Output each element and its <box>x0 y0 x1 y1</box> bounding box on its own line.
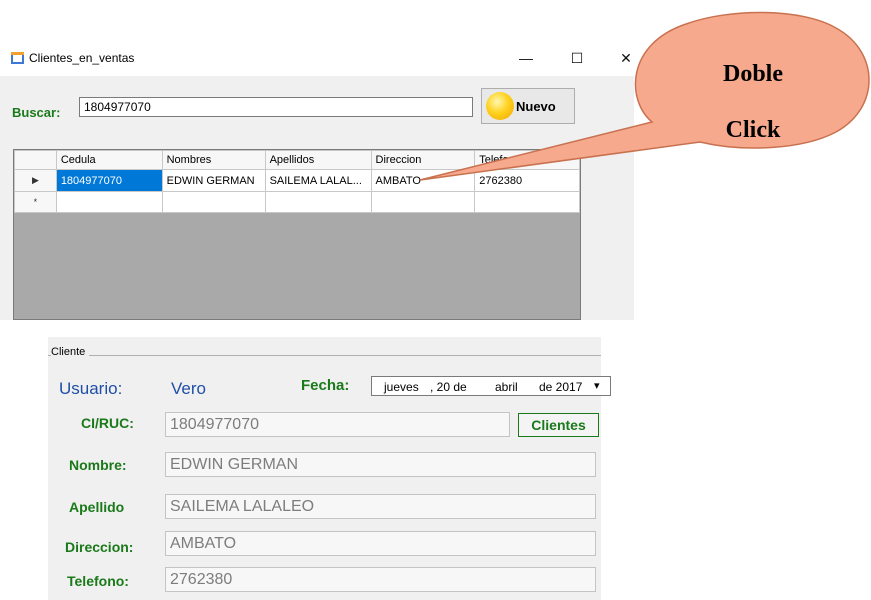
direccion-field[interactable] <box>165 531 596 556</box>
grid-corner-cell[interactable] <box>14 150 57 170</box>
new-cell[interactable] <box>55 191 163 213</box>
title-bar[interactable]: Clientes_en_ventas — ☐ ✕ <box>0 40 634 76</box>
fecha-date-picker[interactable]: jueves , 20 de abril de 2017 ▾ <box>371 376 611 396</box>
new-row-indicator[interactable]: * <box>14 191 57 213</box>
callout-line-2: Click <box>725 117 781 143</box>
column-header-cedula[interactable]: Cedula <box>55 150 163 170</box>
ci-field[interactable] <box>165 412 510 437</box>
telefono-field[interactable] <box>165 567 596 592</box>
sun-icon <box>486 92 514 120</box>
fecha-day: , 20 de <box>430 380 467 394</box>
clientes-window: Clientes_en_ventas — ☐ ✕ Buscar: Nuevo C… <box>0 40 634 320</box>
close-button[interactable]: ✕ <box>612 46 640 70</box>
nombre-label: Nombre: <box>69 457 127 473</box>
direccion-label: Direccion: <box>65 539 134 555</box>
minimize-button[interactable]: — <box>512 46 540 70</box>
fecha-label: Fecha: <box>301 377 350 394</box>
fecha-year: de 2017 <box>539 380 583 394</box>
usuario-label: Usuario: <box>59 379 123 398</box>
fecha-month: abril <box>495 380 518 394</box>
chevron-down-icon[interactable]: ▾ <box>594 379 600 392</box>
callout-line-1: Doble <box>723 61 783 87</box>
ci-label: CI/RUC: <box>81 415 134 431</box>
cell-telefono[interactable]: 2762380 <box>474 169 580 192</box>
cell-direccion[interactable]: AMBATO <box>370 169 476 192</box>
cell-apellidos[interactable]: SAILEMA LALAL... <box>264 169 372 192</box>
new-cell[interactable] <box>370 191 476 213</box>
grid-header-row: Cedula Nombres Apellidos Direccion Telef… <box>14 150 580 170</box>
group-border <box>48 355 601 356</box>
fecha-weekday: jueves <box>384 380 419 394</box>
column-header-telefono[interactable]: Telefono <box>474 150 580 170</box>
search-label: Buscar: <box>12 105 61 120</box>
clients-grid[interactable]: Cedula Nombres Apellidos Direccion Telef… <box>13 149 581 320</box>
maximize-button[interactable]: ☐ <box>563 46 591 70</box>
cell-nombres[interactable]: EDWIN GERMAN <box>161 169 266 192</box>
window-title: Clientes_en_ventas <box>29 51 135 65</box>
apellido-field[interactable] <box>165 494 596 519</box>
column-header-direccion[interactable]: Direccion <box>370 150 476 170</box>
new-row[interactable]: * <box>14 191 580 213</box>
new-cell[interactable] <box>264 191 372 213</box>
search-input[interactable] <box>79 97 473 117</box>
new-cell[interactable] <box>161 191 266 213</box>
nuevo-button[interactable]: Nuevo <box>481 88 575 124</box>
current-row-indicator[interactable]: ▶ <box>14 169 57 192</box>
cliente-panel: Cliente Usuario: Vero Fecha: jueves , 20… <box>48 337 611 600</box>
nombre-field[interactable] <box>165 452 596 477</box>
callout-label: Doble Click <box>700 46 806 158</box>
telefono-label: Telefono: <box>67 573 129 589</box>
table-row[interactable]: ▶ 1804977070 EDWIN GERMAN SAILEMA LALAL.… <box>14 169 580 192</box>
form-icon <box>11 52 24 64</box>
column-header-nombres[interactable]: Nombres <box>161 150 266 170</box>
cell-cedula[interactable]: 1804977070 <box>55 169 163 192</box>
column-header-apellidos[interactable]: Apellidos <box>264 150 372 170</box>
group-label: Cliente <box>51 346 90 358</box>
nuevo-button-label: Nuevo <box>516 98 556 114</box>
new-cell[interactable] <box>474 191 580 213</box>
apellido-label: Apellido <box>69 499 125 515</box>
usuario-value: Vero <box>171 379 206 398</box>
clientes-button[interactable]: Clientes <box>518 413 599 437</box>
